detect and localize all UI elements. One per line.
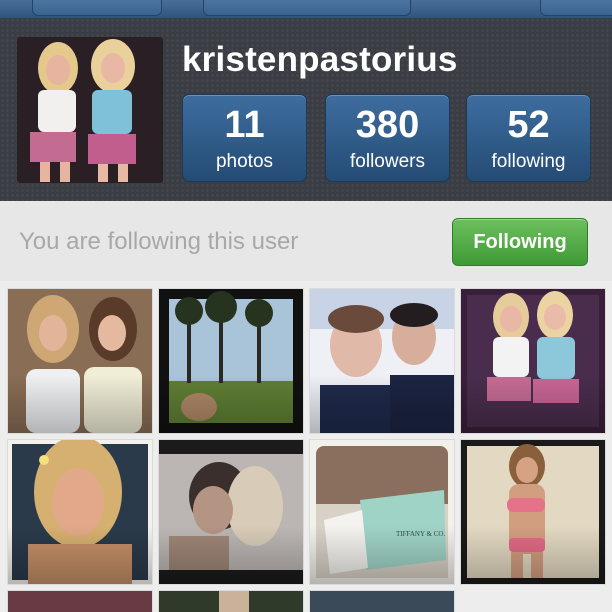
stat-photos-label: photos [215, 151, 274, 172]
stat-followers[interactable]: 380 followers [325, 94, 450, 182]
follow-status-text: You are following this user [19, 228, 299, 255]
photo-two-men[interactable] [310, 289, 454, 433]
photo-kiss[interactable] [159, 440, 303, 584]
stat-followers-count: 380 [355, 104, 420, 146]
photo-bikini-beach[interactable] [461, 440, 605, 584]
following-button[interactable]: Following [452, 218, 588, 266]
stat-following-count: 52 [507, 104, 550, 146]
photo-grid: TIFFANY & CO. [0, 281, 612, 612]
nav-title-pill [203, 0, 411, 16]
nav-back-button[interactable] [32, 0, 162, 16]
stat-photos-count: 11 [224, 104, 265, 146]
stat-following[interactable]: 52 following [466, 94, 591, 182]
photo-row3-3[interactable] [310, 591, 454, 612]
follow-status-bar: You are following this user Following [0, 201, 612, 282]
photo-two-girls-night[interactable] [461, 289, 605, 433]
photo-row3-1[interactable] [8, 591, 152, 612]
photo-palm-trees[interactable] [159, 289, 303, 433]
photo-two-girls-indoors[interactable] [8, 289, 152, 433]
photo-row3-2[interactable] [159, 591, 303, 612]
avatar[interactable] [18, 38, 162, 182]
avatar-photo [18, 38, 162, 182]
photo-tiffany-box[interactable]: TIFFANY & CO. [310, 440, 454, 584]
profile-header: kristenpastorius 11 photos 380 followers… [0, 18, 612, 201]
stat-followers-label: followers [350, 151, 425, 172]
stat-photos[interactable]: 11 photos [182, 94, 307, 182]
top-nav-bar [0, 0, 612, 19]
photo-girl-portrait[interactable] [8, 440, 152, 584]
stat-following-label: following [491, 151, 566, 172]
profile-username: kristenpastorius [182, 40, 458, 79]
nav-action-button[interactable] [540, 0, 612, 16]
